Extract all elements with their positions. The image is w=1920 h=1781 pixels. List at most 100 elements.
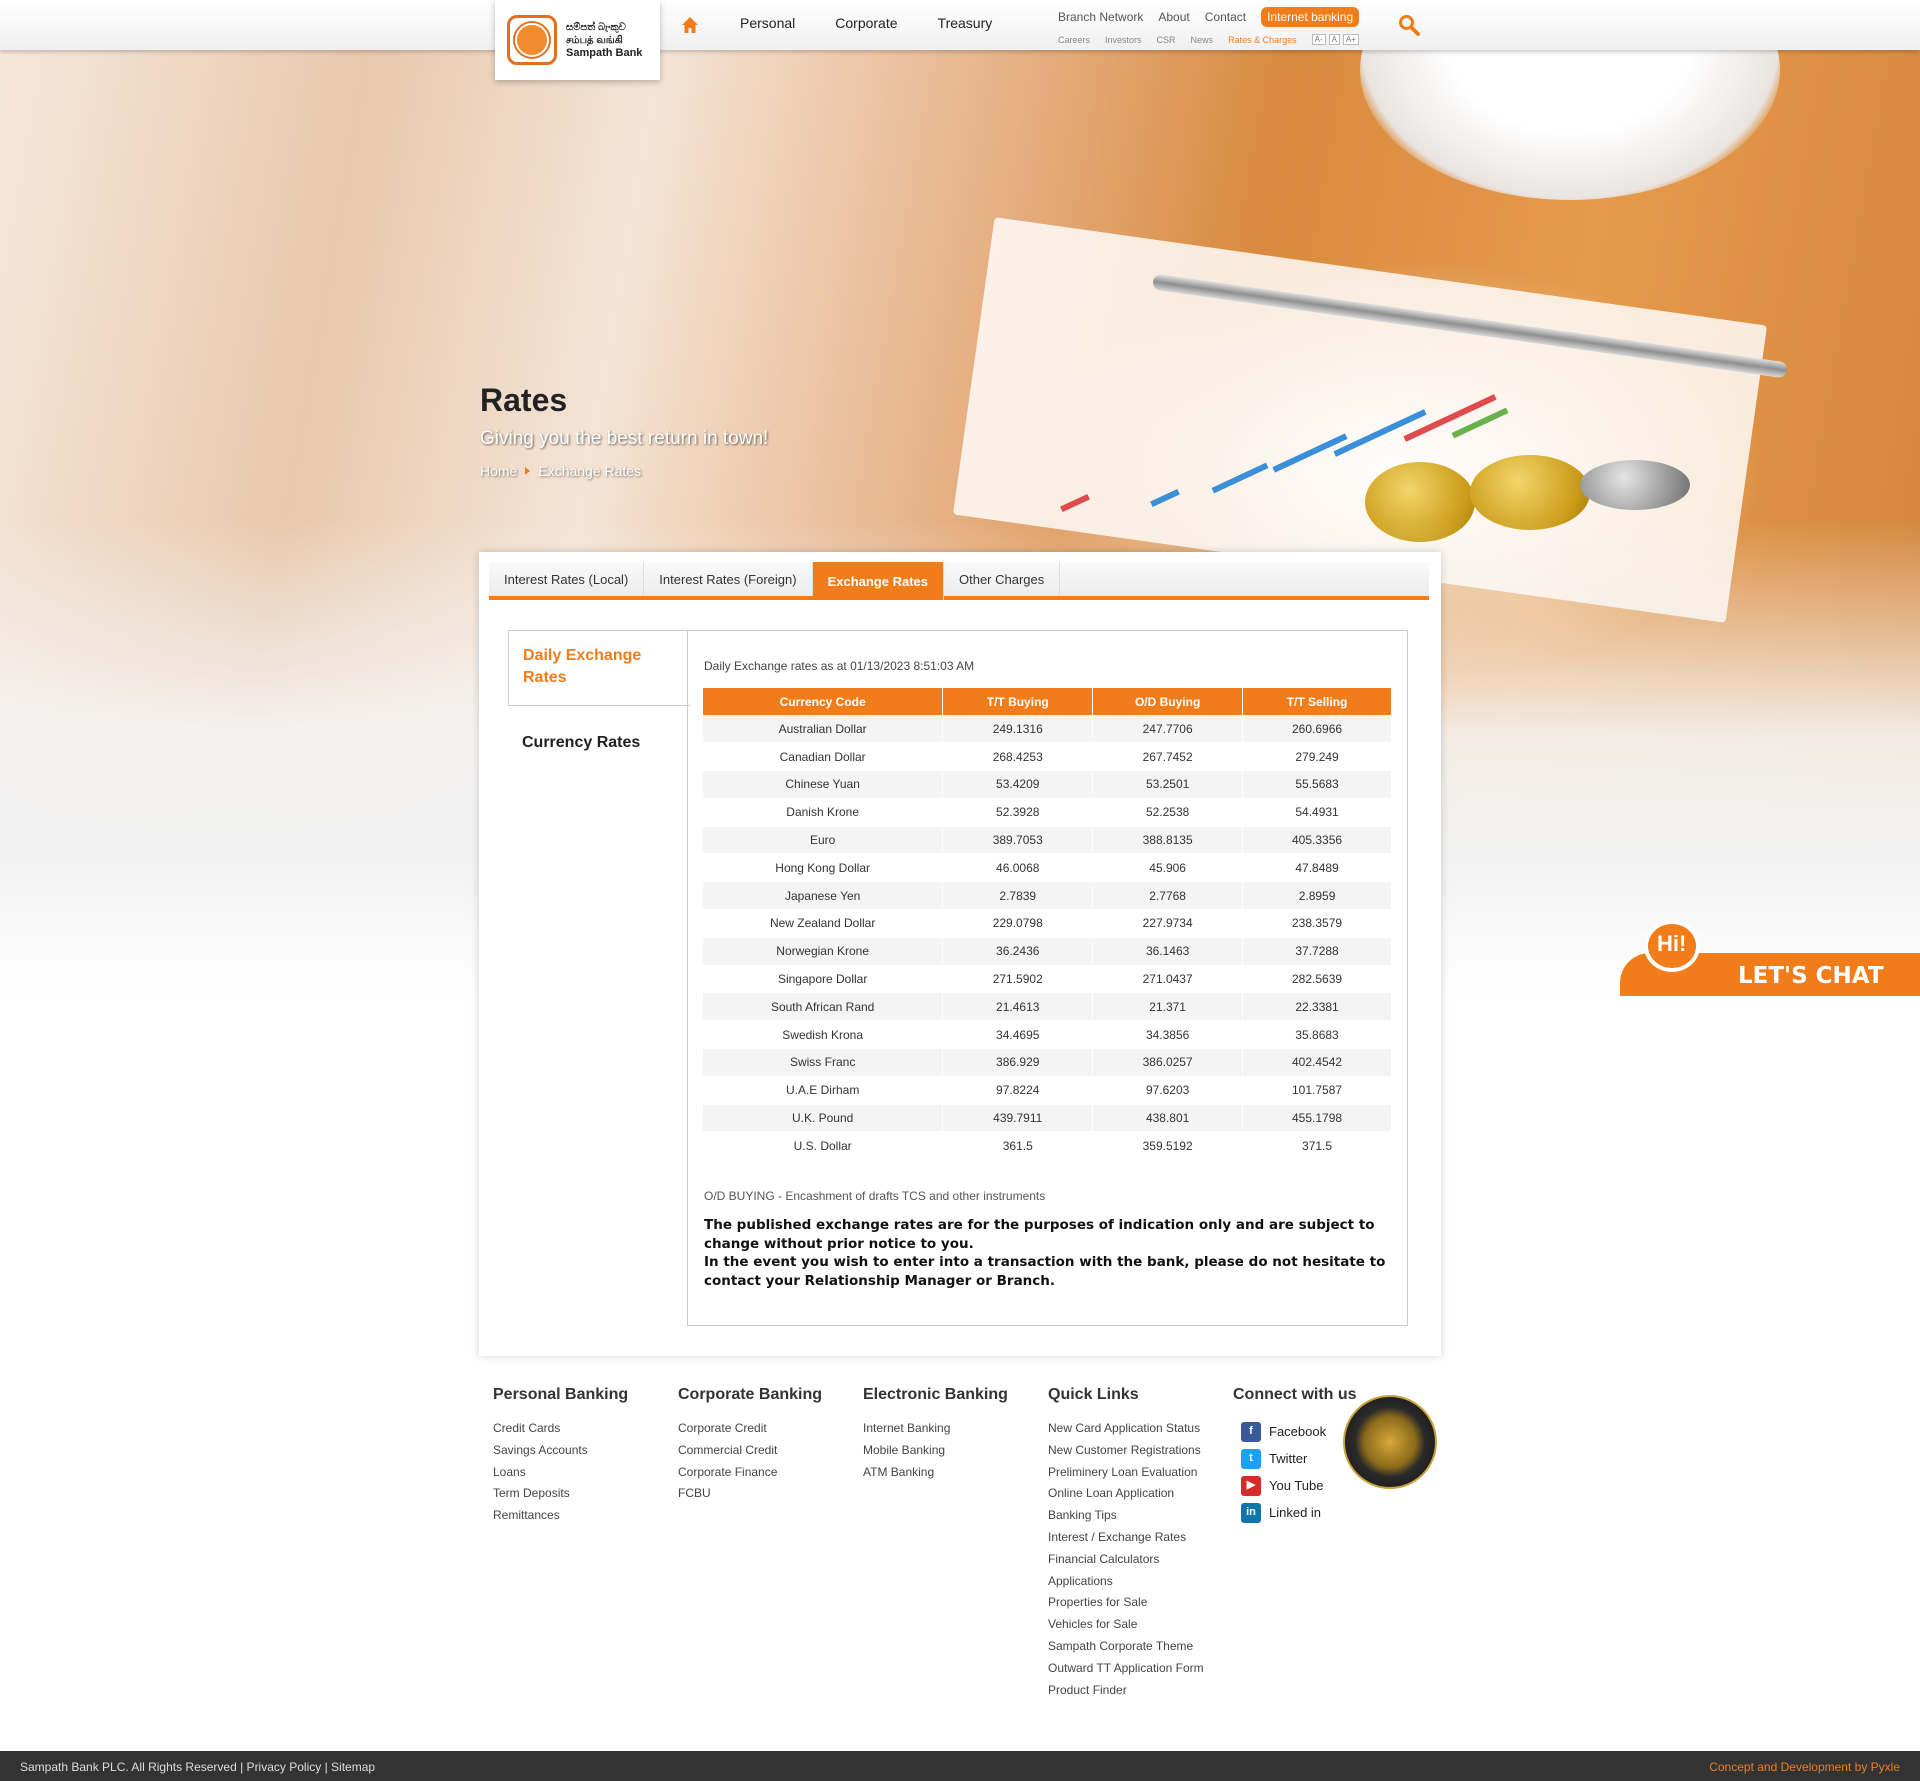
tab-interest-rates-local[interactable]: Interest Rates (Local): [489, 562, 645, 596]
od-buying-cell: 227.9734: [1092, 909, 1244, 938]
footer-link[interactable]: Preliminery Loan Evaluation: [1048, 1462, 1233, 1484]
table-row: Swedish Krona 34.4695 34.3856 35.8683: [703, 1020, 1392, 1050]
footer-link[interactable]: Banking Tips: [1048, 1505, 1233, 1527]
exchange-rates-body: Australian Dollar 249.1316 247.7706 260.696…: [703, 715, 1392, 1161]
footer-link[interactable]: Loans: [493, 1462, 678, 1484]
sampath-bank-logo[interactable]: සම්පත් බැංකුව சம்பத் வங்கி Sampath Bank: [495, 0, 660, 80]
currency-cell: South African Rand: [703, 992, 944, 1022]
main-navigation: Personal Corporate Treasury: [740, 15, 992, 31]
footer-link[interactable]: ATM Banking: [863, 1462, 1048, 1484]
tt-selling-cell: 279.249: [1242, 742, 1392, 772]
footer-bottom-bar: Sampath Bank PLC. All Rights Reserved | …: [0, 1751, 1920, 1781]
home-icon[interactable]: [681, 16, 699, 34]
od-buying-cell: 247.7706: [1092, 715, 1244, 744]
font-decrease-button[interactable]: A-: [1311, 34, 1326, 45]
footer-column-personal-banking: Personal Banking Credit Cards Savings Ac…: [493, 1386, 678, 1701]
tt-selling-cell: 371.5: [1242, 1131, 1392, 1161]
youtube-icon: ▶: [1241, 1475, 1261, 1496]
utility-navigation: Branch Network About Contact Internet ba…: [1058, 7, 1360, 27]
footer-link[interactable]: Product Finder: [1048, 1680, 1233, 1702]
nav-investors[interactable]: Investors: [1105, 35, 1142, 45]
tt-buying-cell: 229.0798: [942, 909, 1094, 938]
bank-emblem-icon: [507, 15, 557, 65]
nav-personal[interactable]: Personal: [740, 15, 795, 31]
footer-link[interactable]: Commercial Credit: [678, 1440, 863, 1462]
footer-link[interactable]: New Card Application Status: [1048, 1418, 1233, 1440]
breadcrumb-home[interactable]: Home: [480, 463, 517, 479]
nav-corporate[interactable]: Corporate: [835, 15, 897, 31]
footer-link[interactable]: Outward TT Application Form: [1048, 1658, 1233, 1680]
search-icon[interactable]: [1398, 14, 1420, 36]
tt-selling-cell: 2.8959: [1242, 881, 1392, 911]
nav-careers[interactable]: Careers: [1058, 35, 1090, 45]
tt-buying-cell: 386.929: [942, 1048, 1094, 1077]
social-label: You Tube: [1269, 1478, 1324, 1493]
footer-link[interactable]: Remittances: [493, 1505, 678, 1527]
logo-name-text: Sampath Bank: [566, 46, 643, 59]
developer-credit-link[interactable]: Concept and Development by Pyxle: [1709, 1760, 1900, 1774]
footer-link[interactable]: Vehicles for Sale: [1048, 1614, 1233, 1636]
hero-coin-image: [1470, 455, 1590, 530]
chat-bubble-text: Hi!: [1657, 931, 1687, 956]
footer-link[interactable]: Credit Cards: [493, 1418, 678, 1440]
tt-buying-cell: 97.8224: [942, 1076, 1094, 1105]
footer-link[interactable]: Internet Banking: [863, 1418, 1048, 1440]
od-buying-cell: 386.0257: [1092, 1048, 1244, 1077]
footer-link[interactable]: Corporate Credit: [678, 1418, 863, 1440]
currency-cell: Chinese Yuan: [703, 770, 944, 799]
footer-link[interactable]: Properties for Sale: [1048, 1592, 1233, 1614]
nav-rates-charges[interactable]: Rates & Charges: [1228, 35, 1297, 45]
footer-link[interactable]: New Customer Registrations: [1048, 1440, 1233, 1462]
side-item-currency-rates[interactable]: Currency Rates: [508, 718, 690, 768]
table-row: New Zealand Dollar 229.0798 227.9734 238.35…: [703, 909, 1392, 938]
tt-selling-cell: 455.1798: [1242, 1104, 1392, 1133]
nav-branch-network[interactable]: Branch Network: [1058, 10, 1143, 24]
social-label: Facebook: [1269, 1424, 1327, 1439]
footer-link[interactable]: Online Loan Application: [1048, 1483, 1233, 1505]
font-normal-button[interactable]: A: [1328, 34, 1340, 45]
font-increase-button[interactable]: A+: [1342, 34, 1359, 45]
page-subtitle: Giving you the best return in town!: [480, 428, 769, 449]
tt-buying-cell: 439.7911: [942, 1104, 1094, 1133]
tt-buying-cell: 2.7839: [942, 881, 1094, 911]
tt-buying-cell: 268.4253: [942, 742, 1094, 772]
table-row: Norwegian Krone 36.2436 36.1463 37.7288: [703, 937, 1392, 966]
lets-chat-widget[interactable]: Hi! LET'S CHAT: [1620, 920, 1920, 996]
od-buying-cell: 97.6203: [1092, 1076, 1244, 1105]
footer-link[interactable]: Term Deposits: [493, 1483, 678, 1505]
footer-heading: Quick Links: [1048, 1386, 1139, 1403]
exchange-rates-content: Daily Exchange rates as at 01/13/2023 8:…: [687, 630, 1408, 1326]
hero-coin-image: [1580, 460, 1690, 510]
table-row: Canadian Dollar 268.4253 267.7452 279.249: [703, 742, 1392, 772]
currency-cell: Euro: [703, 826, 944, 855]
internet-banking-button[interactable]: Internet banking: [1261, 7, 1360, 27]
tab-other-charges[interactable]: Other Charges: [944, 562, 1061, 596]
footer-link[interactable]: Sampath Corporate Theme: [1048, 1636, 1233, 1658]
footer-link[interactable]: Financial Calculators: [1048, 1549, 1233, 1571]
social-linkedin-link[interactable]: in Linked in: [1233, 1499, 1418, 1526]
nav-treasury[interactable]: Treasury: [938, 15, 993, 31]
footer-heading: Corporate Banking: [678, 1386, 823, 1403]
footer-link[interactable]: Corporate Finance: [678, 1462, 863, 1484]
side-item-daily-exchange-rates[interactable]: Daily Exchange Rates: [508, 630, 690, 706]
nav-about[interactable]: About: [1158, 10, 1189, 24]
footer-link[interactable]: Applications: [1048, 1571, 1233, 1593]
nav-news[interactable]: News: [1191, 35, 1214, 45]
footer-columns: Personal Banking Credit Cards Savings Ac…: [493, 1386, 1418, 1701]
currency-cell: Singapore Dollar: [703, 965, 944, 994]
footer-link[interactable]: Mobile Banking: [863, 1440, 1048, 1462]
footer-link[interactable]: FCBU: [678, 1483, 863, 1505]
tt-buying-cell: 34.4695: [942, 1020, 1094, 1050]
tt-selling-cell: 55.5683: [1242, 770, 1392, 799]
tab-interest-rates-foreign[interactable]: Interest Rates (Foreign): [644, 562, 813, 596]
table-row: U.S. Dollar 361.5 359.5192 371.5: [703, 1131, 1392, 1161]
table-row: U.A.E Dirham 97.8224 97.6203 101.7587: [703, 1076, 1392, 1105]
od-buying-cell: 271.0437: [1092, 965, 1244, 994]
footer-link[interactable]: Interest / Exchange Rates: [1048, 1527, 1233, 1549]
tab-exchange-rates[interactable]: Exchange Rates: [812, 562, 944, 600]
chat-label: LET'S CHAT: [1738, 963, 1884, 989]
footer-link[interactable]: Savings Accounts: [493, 1440, 678, 1462]
nav-csr[interactable]: CSR: [1157, 35, 1176, 45]
nav-contact[interactable]: Contact: [1205, 10, 1246, 24]
column-header-od-buying: O/D Buying: [1092, 688, 1244, 715]
